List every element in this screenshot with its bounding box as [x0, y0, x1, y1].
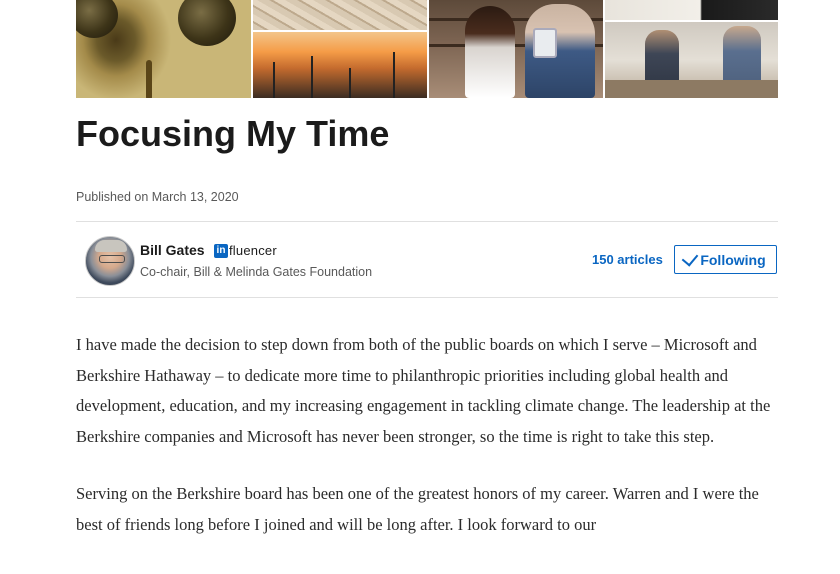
kitchen-cooking-image [604, 22, 778, 98]
published-date: Published on March 13, 2020 [76, 190, 239, 204]
power-plant-sunset-image [252, 32, 427, 98]
articles-count-link[interactable]: 150 articles [592, 252, 663, 267]
dry-cracked-earth-image [252, 0, 427, 30]
author-bar: Bill Gates in fluencer Co-chair, Bill & … [76, 221, 778, 298]
article-title: Focusing My Time [76, 113, 390, 154]
linkedin-influencer-icon: in fluencer [214, 243, 277, 258]
article-body: I have made the decision to step down fr… [76, 330, 781, 567]
selfie-photo-image [429, 0, 603, 98]
check-icon [681, 248, 699, 267]
following-button[interactable]: Following [674, 245, 777, 274]
author-headline: Co-chair, Bill & Melinda Gates Foundatio… [140, 265, 373, 279]
climate-images [252, 0, 427, 98]
following-label: Following [700, 251, 766, 268]
author-avatar[interactable] [85, 236, 135, 286]
whiteboard-image [604, 0, 778, 20]
influencer-label: fluencer [229, 243, 277, 258]
paragraph: Serving on the Berkshire board has been … [76, 484, 759, 534]
linkedin-logo-icon: in [214, 243, 228, 258]
author-name-link[interactable]: Bill Gates [140, 242, 205, 258]
kitchen-images [604, 0, 778, 98]
header-image-collage [76, 0, 778, 98]
fly-closeup-image [76, 0, 251, 98]
paragraph: I have made the decision to step down fr… [76, 335, 771, 446]
